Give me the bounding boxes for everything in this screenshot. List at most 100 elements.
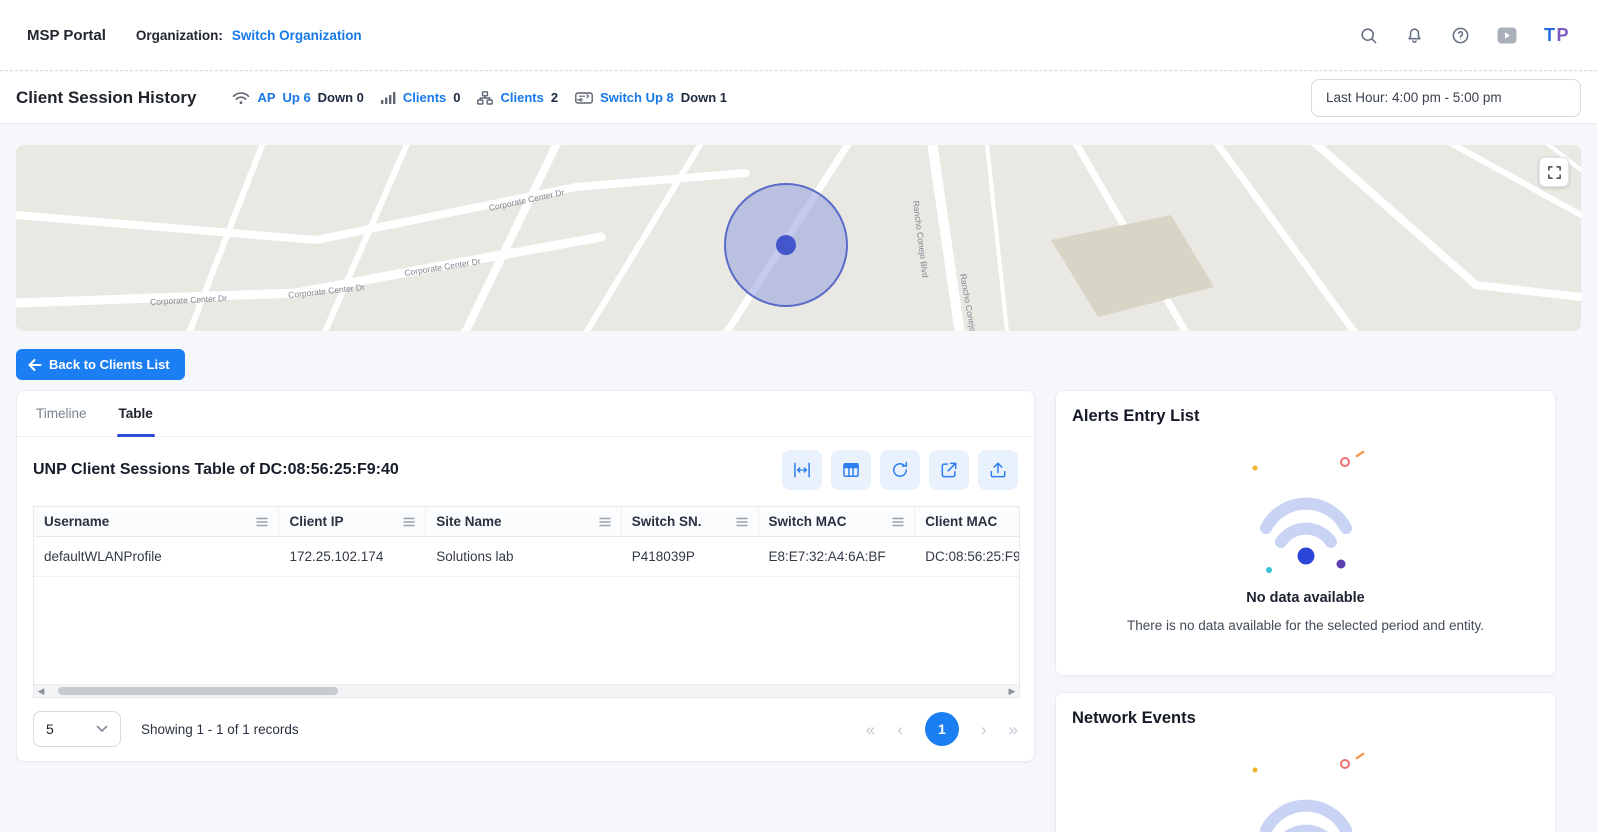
- open-in-new-icon: [939, 460, 959, 480]
- column-menu-icon[interactable]: [736, 517, 748, 527]
- column-header-client-mac[interactable]: Client MAC: [915, 507, 1019, 536]
- scrollbar-thumb[interactable]: [58, 687, 338, 695]
- cell-client-mac: DC:08:56:25:F9:: [915, 537, 1019, 576]
- ap-wifi-icon: [232, 91, 250, 105]
- pager: « ‹ 1 › »: [866, 712, 1018, 746]
- avatar-initial-2: P: [1556, 25, 1570, 45]
- column-label: Client IP: [289, 514, 343, 529]
- next-page-icon[interactable]: ›: [981, 721, 987, 738]
- column-header-switch-sn[interactable]: Switch SN.: [622, 507, 759, 536]
- column-header-client-ip[interactable]: Client IP: [279, 507, 426, 536]
- column-menu-icon[interactable]: [599, 517, 611, 527]
- time-range-value: Last Hour: 4:00 pm - 5:00 pm: [1326, 90, 1502, 105]
- fit-columns-icon: [792, 460, 812, 480]
- column-header-username[interactable]: Username: [34, 507, 279, 536]
- wired-clients-label: Clients: [500, 90, 543, 105]
- back-arrow-icon: [28, 359, 42, 371]
- column-header-site-name[interactable]: Site Name: [426, 507, 622, 536]
- cell-switch-sn: P418039P: [622, 537, 759, 576]
- network-events-card: Network Events: [1055, 692, 1556, 832]
- switch-up-count: Switch Up 8: [600, 90, 674, 105]
- no-data-title: No data available: [1056, 590, 1555, 606]
- horizontal-scrollbar[interactable]: ◀ ▶: [34, 684, 1019, 697]
- organization-label: Organization:: [136, 28, 223, 43]
- sessions-panel: Timeline Table UNP Client Sessions Table…: [16, 390, 1035, 762]
- video-tutorials-icon[interactable]: [1497, 27, 1517, 44]
- export-upload-icon: [988, 460, 1008, 480]
- prev-page-icon[interactable]: ‹: [897, 721, 903, 738]
- column-label: Client MAC: [925, 514, 997, 529]
- organization-switcher: Organization: Switch Organization: [136, 28, 362, 43]
- network-status-summary: AP Up 6 Down 0 Clients 0 Clients 2 Switc…: [222, 90, 727, 105]
- pagination-bar: 5 Showing 1 - 1 of 1 records « ‹ 1 › »: [33, 711, 1018, 747]
- search-icon[interactable]: [1359, 26, 1378, 45]
- fit-columns-button[interactable]: [782, 450, 822, 490]
- switch-icon: [575, 92, 593, 104]
- sessions-card-title: UNP Client Sessions Table of DC:08:56:25…: [33, 461, 399, 479]
- no-data-wifi-illustration: [1056, 750, 1555, 832]
- table-empty-space: [34, 577, 1019, 684]
- cell-username: defaultWLANProfile: [34, 537, 279, 576]
- map-fullscreen-button[interactable]: [1539, 157, 1569, 187]
- records-summary: Showing 1 - 1 of 1 records: [141, 722, 299, 737]
- last-page-icon[interactable]: »: [1009, 721, 1018, 738]
- tab-table[interactable]: Table: [119, 391, 153, 436]
- header-actions: TP: [1359, 25, 1570, 46]
- open-in-new-button[interactable]: [929, 450, 969, 490]
- alerts-card-title: Alerts Entry List: [1056, 391, 1555, 426]
- wired-clients-icon: [477, 91, 493, 105]
- switch-organization-link[interactable]: Switch Organization: [232, 28, 362, 43]
- location-marker-dot: [776, 235, 796, 255]
- cell-client-ip: 172.25.102.174: [279, 537, 426, 576]
- back-to-clients-button[interactable]: Back to Clients List: [16, 349, 185, 380]
- no-data-wifi-illustration: [1056, 448, 1555, 578]
- table-header-row: Username Client IP Site Name Switch SN. …: [34, 507, 1019, 537]
- cell-switch-mac: E8:E7:32:A4:6A:BF: [759, 537, 916, 576]
- brand: MSP Portal: [27, 27, 106, 44]
- view-tabs: Timeline Table: [17, 391, 1034, 437]
- time-range-picker[interactable]: Last Hour: 4:00 pm - 5:00 pm: [1311, 79, 1581, 117]
- avatar-initial-1: T: [1544, 25, 1557, 45]
- avatar[interactable]: TP: [1544, 25, 1570, 46]
- alerts-entry-list-card: Alerts Entry List No data available Ther…: [1055, 390, 1556, 676]
- page-title: Client Session History: [16, 88, 196, 108]
- column-menu-icon[interactable]: [403, 517, 415, 527]
- columns-icon: [841, 460, 861, 480]
- tab-timeline[interactable]: Timeline: [36, 391, 87, 436]
- column-label: Switch MAC: [769, 514, 847, 529]
- column-menu-icon[interactable]: [892, 517, 904, 527]
- wireless-clients-count: 0: [453, 90, 460, 105]
- page-toolbar: Client Session History AP Up 6 Down 0 Cl…: [0, 72, 1597, 124]
- back-button-label: Back to Clients List: [49, 357, 170, 372]
- page-size-value: 5: [46, 721, 54, 737]
- location-map[interactable]: Corporate Center Dr Corporate Center Dr …: [16, 145, 1581, 331]
- refresh-button[interactable]: [880, 450, 920, 490]
- ap-label: AP: [257, 90, 275, 105]
- notifications-bell-icon[interactable]: [1405, 26, 1424, 45]
- wireless-clients-label: Clients: [403, 90, 446, 105]
- table-toolbar: [782, 450, 1018, 490]
- page-size-select[interactable]: 5: [33, 711, 121, 747]
- scroll-left-icon[interactable]: ◀: [34, 685, 48, 697]
- switch-down-count: Down 1: [681, 90, 727, 105]
- column-label: Site Name: [436, 514, 501, 529]
- ap-up-count: Up 6: [283, 90, 311, 105]
- manage-columns-button[interactable]: [831, 450, 871, 490]
- scroll-right-icon[interactable]: ▶: [1005, 685, 1019, 697]
- export-button[interactable]: [978, 450, 1018, 490]
- column-menu-icon[interactable]: [256, 517, 268, 527]
- top-header: MSP Portal Organization: Switch Organiza…: [0, 0, 1597, 71]
- refresh-icon: [890, 460, 910, 480]
- column-label: Username: [44, 514, 109, 529]
- events-card-title: Network Events: [1056, 693, 1555, 728]
- column-header-switch-mac[interactable]: Switch MAC: [759, 507, 916, 536]
- wired-clients-count: 2: [551, 90, 558, 105]
- help-icon[interactable]: [1451, 26, 1470, 45]
- column-label: Switch SN.: [632, 514, 702, 529]
- table-row[interactable]: defaultWLANProfile 172.25.102.174 Soluti…: [34, 537, 1019, 577]
- sessions-card-header: UNP Client Sessions Table of DC:08:56:25…: [17, 437, 1034, 496]
- no-data-message: There is no data available for the selec…: [1056, 618, 1555, 633]
- first-page-icon[interactable]: «: [866, 721, 875, 738]
- signal-bars-icon: [381, 91, 396, 104]
- current-page-button[interactable]: 1: [925, 712, 959, 746]
